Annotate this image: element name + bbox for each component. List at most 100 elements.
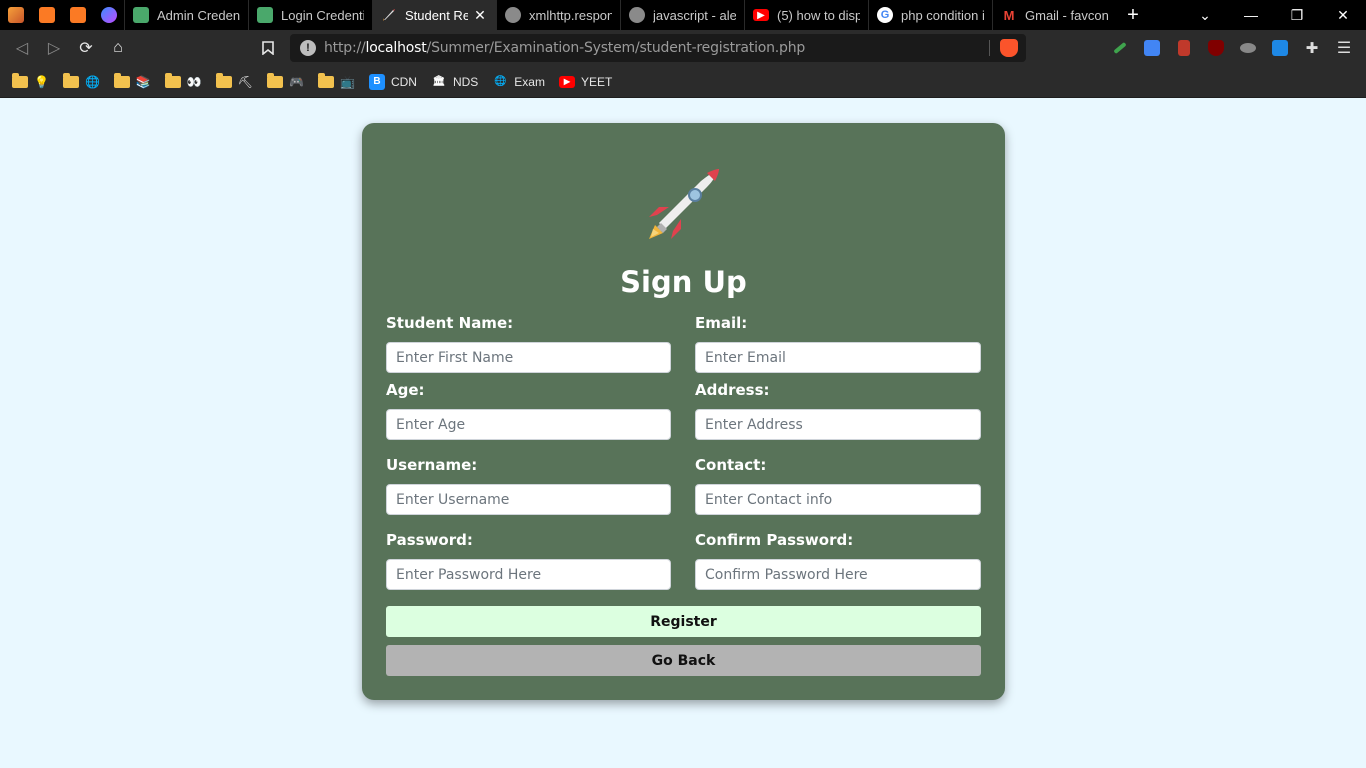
back-arrow-icon[interactable]: ◁ xyxy=(6,30,38,66)
bookmark-cdn[interactable]: B CDN xyxy=(368,70,417,94)
register-button[interactable]: Register xyxy=(386,606,981,637)
bookmark-exam[interactable]: 🌐 Exam xyxy=(492,70,545,94)
ublock-icon[interactable] xyxy=(1200,30,1232,66)
globe-icon xyxy=(629,7,645,23)
tab-admin-credentials[interactable]: Admin Credenti xyxy=(124,0,248,30)
s-icon[interactable] xyxy=(1264,30,1296,66)
pinned-tab-xampp-1[interactable] xyxy=(0,0,31,30)
contact-label: Contact: xyxy=(695,456,767,474)
window-controls: ⌄ — ❐ ✕ xyxy=(1182,0,1366,30)
contact-input[interactable] xyxy=(695,484,981,515)
bookmark-nds[interactable]: 🏛 NDS xyxy=(431,70,479,94)
confirm-password-input[interactable] xyxy=(695,559,981,590)
menu-icon[interactable]: ☰ xyxy=(1328,30,1360,66)
tab-student-registration[interactable]: Student Reg ✕ xyxy=(372,0,496,30)
username-label: Username: xyxy=(386,456,478,474)
tab-title: (5) how to displ xyxy=(777,7,860,23)
go-back-button[interactable]: Go Back xyxy=(386,645,981,676)
bookmark-icon[interactable] xyxy=(252,30,284,66)
globe-icon xyxy=(505,7,521,23)
tab-google-search[interactable]: G php condition if xyxy=(868,0,992,30)
student-name-input[interactable] xyxy=(386,342,671,373)
tab-youtube[interactable]: ▶ (5) how to displ xyxy=(744,0,868,30)
forward-arrow-icon[interactable]: ▷ xyxy=(38,30,70,66)
tab-gmail[interactable]: M Gmail - favcon a xyxy=(992,0,1116,30)
age-label: Age: xyxy=(386,381,425,399)
youtube-icon: ▶ xyxy=(558,75,575,88)
address-bar[interactable]: ! http://localhost/Summer/Examination-Sy… xyxy=(290,34,1026,62)
page-content: Sign Up Student Name: Email: Age: Addres… xyxy=(0,99,1366,768)
bookmark-folder-emoji: 📺 xyxy=(340,74,355,89)
page-icon xyxy=(133,7,149,23)
email-label: Email: xyxy=(695,314,748,332)
pinned-tab-xampp-3[interactable] xyxy=(62,0,93,30)
pen-icon[interactable] xyxy=(1104,30,1136,66)
new-tab-button[interactable]: + xyxy=(1116,0,1150,30)
pinned-tab-xampp-2[interactable] xyxy=(31,0,62,30)
bookmarks-bar: 💡 🌐 📚 👀 ⛏ 🎮 📺 B CDN 🏛 NDS 🌐 Exam ▶ YEET xyxy=(0,66,1366,98)
page-title: Sign Up xyxy=(620,265,747,299)
folder-icon xyxy=(164,72,181,88)
youtube-icon: ▶ xyxy=(753,9,769,21)
pinned-tab-messenger[interactable] xyxy=(93,0,124,30)
minimize-button[interactable]: — xyxy=(1228,0,1274,30)
tab-title: php condition if xyxy=(901,7,984,23)
restore-button[interactable]: ❐ xyxy=(1274,0,1320,30)
student-name-label: Student Name: xyxy=(386,314,514,332)
tab-title: Student Reg xyxy=(405,7,468,23)
google-icon: G xyxy=(877,7,893,23)
brave-shields-icon[interactable] xyxy=(1000,39,1018,57)
url-text[interactable]: http://localhost/Summer/Examination-Syst… xyxy=(324,40,805,56)
bookmark-folder-7[interactable]: 📺 xyxy=(318,70,355,94)
bootstrap-icon: B xyxy=(368,73,385,90)
tab-strip: Admin Credenti Login Credentia Student R… xyxy=(0,0,1366,30)
bookmark-folder-6[interactable]: 🎮 xyxy=(267,70,304,94)
age-input[interactable] xyxy=(386,409,671,440)
tab-xmlhttp[interactable]: xmlhttp.respons xyxy=(496,0,620,30)
tab-title: Admin Credenti xyxy=(157,7,240,23)
folder-icon xyxy=(318,72,334,88)
bookmark-folder-emoji: 👀 xyxy=(186,74,202,89)
bookmark-folder-1[interactable]: 💡 xyxy=(12,70,49,94)
tab-title: javascript - alert xyxy=(653,7,736,23)
bookmark-folder-3[interactable]: 📚 xyxy=(113,70,151,94)
password-label: Password: xyxy=(386,531,473,549)
rocket-icon xyxy=(381,7,397,23)
bookmark-folder-emoji: 💡 xyxy=(34,74,49,89)
address-input[interactable] xyxy=(695,409,981,440)
folder-icon xyxy=(267,72,284,88)
gmail-icon: M xyxy=(1003,7,1015,23)
bookmark-label: CDN xyxy=(390,74,417,89)
puzzle-icon[interactable]: ✚ xyxy=(1296,30,1328,66)
address-label: Address: xyxy=(695,381,770,399)
close-tab-icon[interactable]: ✕ xyxy=(472,7,488,24)
bookmark-label: YEET xyxy=(580,74,613,89)
xampp-icon xyxy=(38,7,55,23)
close-window-button[interactable]: ✕ xyxy=(1320,0,1366,30)
folder-icon xyxy=(215,72,232,88)
xampp-icon xyxy=(7,7,24,23)
translate-icon[interactable] xyxy=(1136,30,1168,66)
home-icon[interactable]: ⌂ xyxy=(102,30,134,66)
bookmark-yeet[interactable]: ▶ YEET xyxy=(558,70,613,94)
site-info-icon[interactable]: ! xyxy=(300,40,316,56)
url-host: localhost xyxy=(365,40,427,56)
bookmark-folder-4[interactable]: 👀 xyxy=(164,70,202,94)
glasses-icon[interactable] xyxy=(1232,30,1264,66)
divider xyxy=(989,40,990,56)
bookmark-label: NDS xyxy=(452,74,479,89)
messenger-icon xyxy=(100,7,117,23)
bookmark-folder-emoji: 🌐 xyxy=(84,74,100,89)
bookmark-folder-2[interactable]: 🌐 xyxy=(62,70,100,94)
tab-login-credentials[interactable]: Login Credentia xyxy=(248,0,372,30)
reload-icon[interactable]: ⟳ xyxy=(70,30,102,66)
bookmark-folder-5[interactable]: ⛏ xyxy=(215,70,253,94)
tab-title: xmlhttp.respons xyxy=(529,7,612,23)
username-input[interactable] xyxy=(386,484,671,515)
book-icon[interactable] xyxy=(1168,30,1200,66)
password-input[interactable] xyxy=(386,559,671,590)
bookmark-folder-emoji: 🎮 xyxy=(289,74,304,89)
tab-search-chevron-icon[interactable]: ⌄ xyxy=(1182,0,1228,30)
tab-javascript-alert[interactable]: javascript - alert xyxy=(620,0,744,30)
email-input[interactable] xyxy=(695,342,981,373)
